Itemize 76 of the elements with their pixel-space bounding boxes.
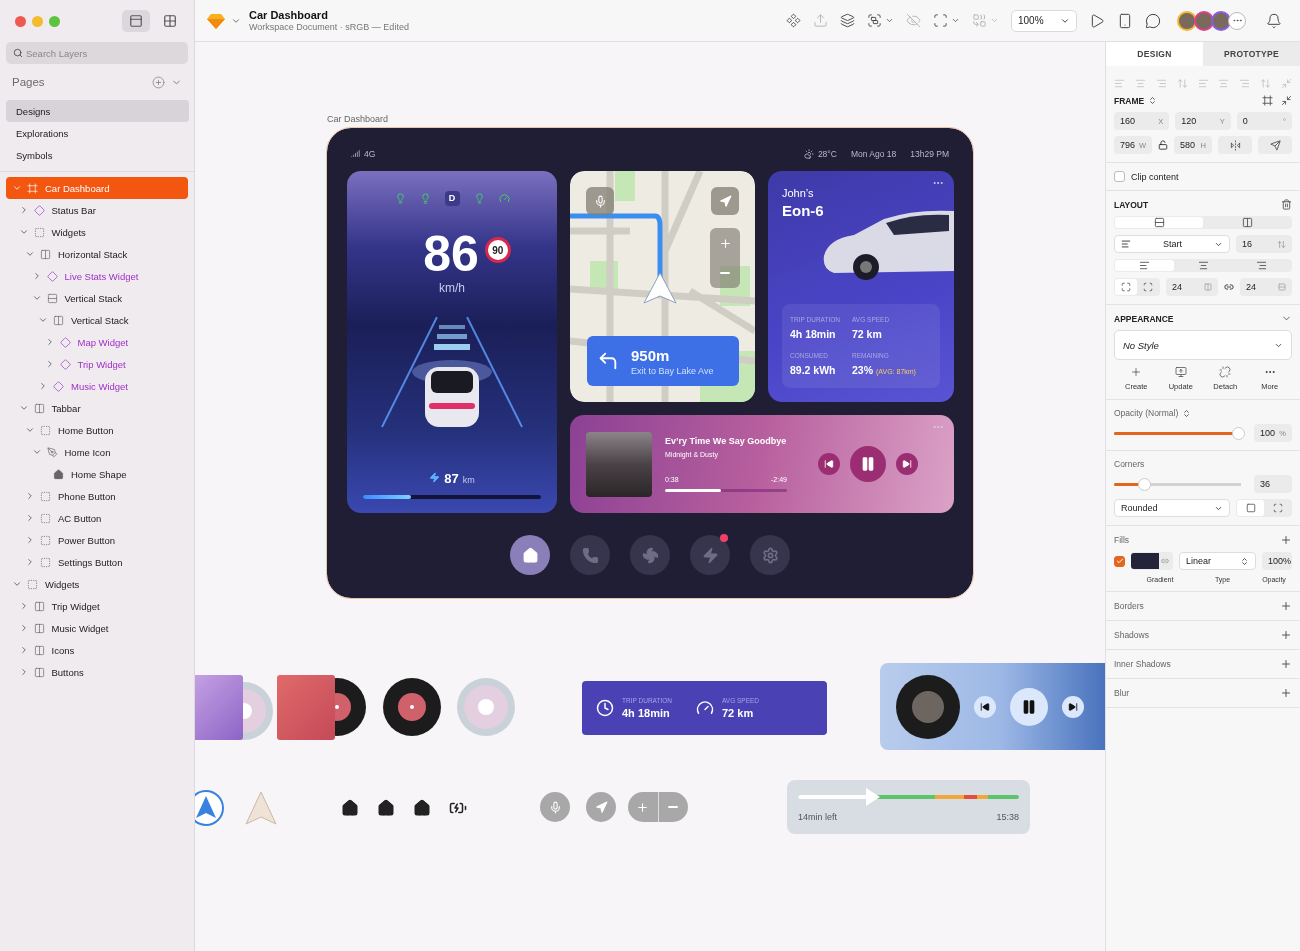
layer-item[interactable]: Live Stats Widget bbox=[6, 265, 188, 287]
section-heading: Fills bbox=[1114, 535, 1130, 545]
layer-item[interactable]: Home Button bbox=[6, 419, 188, 441]
gear-indicator: D bbox=[444, 190, 460, 206]
network-label: 4G bbox=[364, 148, 376, 159]
section-heading: LAYOUT bbox=[1114, 199, 1149, 210]
layer-item[interactable]: Status Bar bbox=[6, 199, 188, 221]
owner-label: John’s bbox=[782, 187, 815, 199]
range-unit: km bbox=[462, 475, 475, 485]
time-label: 13h29 PM bbox=[910, 148, 949, 159]
layer-item[interactable]: Icons bbox=[6, 639, 188, 661]
arrival-time: 15:38 bbox=[996, 812, 1019, 822]
layer-item[interactable]: Home Icon bbox=[6, 441, 188, 463]
stat-value: 89.2 kWh bbox=[790, 364, 836, 376]
layer-item[interactable]: Map Widget bbox=[6, 331, 188, 353]
speed-unit: km/h bbox=[439, 281, 465, 295]
layer-item[interactable]: Vertical Stack bbox=[6, 287, 188, 309]
spacing-field[interactable]: 16 bbox=[1236, 235, 1292, 253]
style-select[interactable]: No Style bbox=[1114, 330, 1292, 360]
padding-field[interactable]: 24 bbox=[1166, 278, 1218, 296]
opacity-label: Opacity (Normal) bbox=[1114, 408, 1179, 418]
pages-heading: Pages bbox=[12, 76, 46, 88]
car-model: Eon-6 bbox=[782, 202, 825, 219]
section-heading: Blur bbox=[1114, 688, 1130, 698]
layer-item[interactable]: AC Button bbox=[6, 507, 188, 529]
corners-label: Corners bbox=[1114, 459, 1146, 469]
stat-value: 4h 18min bbox=[790, 328, 836, 340]
layer-item[interactable]: Tabbar bbox=[6, 397, 188, 419]
section-heading: Borders bbox=[1114, 601, 1144, 611]
checkbox-label: Clip content bbox=[1131, 171, 1179, 182]
speed-limit-sign: 90 bbox=[484, 237, 511, 263]
stat-value: 72 km bbox=[852, 328, 882, 340]
range-value: 87 bbox=[444, 471, 459, 486]
layer-item[interactable]: Vertical Stack bbox=[6, 309, 188, 331]
section-heading: FRAME bbox=[1114, 95, 1145, 106]
layer-item[interactable]: Music Widget bbox=[6, 375, 188, 397]
zoom-select[interactable]: 100% bbox=[1011, 9, 1077, 32]
time-left-label: 14min left bbox=[798, 812, 838, 822]
document-title: Car Dashboard bbox=[249, 9, 329, 21]
layer-item[interactable]: Music Widget bbox=[6, 617, 188, 639]
distance-label: 950m bbox=[631, 346, 671, 364]
stat-value: 72 km bbox=[721, 707, 755, 719]
padding-field[interactable]: 24 bbox=[1240, 278, 1292, 296]
page-item[interactable]: Designs bbox=[6, 100, 189, 122]
search-field[interactable]: Search Layers bbox=[6, 42, 188, 64]
section-heading: Shadows bbox=[1114, 630, 1149, 640]
inspector-tab[interactable]: DESIGN bbox=[1106, 42, 1203, 66]
layer-item[interactable]: Widgets bbox=[6, 221, 188, 243]
instruction-label: Exit to Bay Lake Ave bbox=[631, 365, 714, 376]
layer-item[interactable]: Trip Widget bbox=[6, 353, 188, 375]
layer-item[interactable]: Phone Button bbox=[6, 485, 188, 507]
corner-radius-field[interactable]: 36 bbox=[1254, 475, 1292, 493]
fill-type-select[interactable]: Linear bbox=[1179, 552, 1256, 570]
layer-item[interactable]: Home Shape bbox=[6, 463, 188, 485]
layer-item[interactable]: Settings Button bbox=[6, 551, 188, 573]
corner-style-select[interactable]: Rounded bbox=[1114, 499, 1230, 517]
speed-value: 86 bbox=[423, 231, 479, 277]
stat-value: 23% bbox=[852, 364, 873, 376]
layer-item[interactable]: Widgets bbox=[6, 573, 188, 595]
stat-value: 4h 18min bbox=[622, 707, 671, 719]
temperature: 28°C bbox=[817, 148, 837, 159]
layer-item[interactable]: Power Button bbox=[6, 529, 188, 551]
fill-opacity-field[interactable]: 100% bbox=[1262, 552, 1292, 570]
section-heading: Inner Shadows bbox=[1114, 659, 1171, 669]
frame-label: Car Dashboard bbox=[327, 114, 389, 124]
layer-item[interactable]: Trip Widget bbox=[6, 595, 188, 617]
justify-select[interactable]: Start bbox=[1114, 235, 1230, 253]
inspector-tab[interactable]: PROTOTYPE bbox=[1203, 42, 1300, 66]
layer-item[interactable]: Horizontal Stack bbox=[6, 243, 188, 265]
page-item[interactable]: Explorations bbox=[6, 122, 189, 144]
song-title: Ev’ry Time We Say Goodbye bbox=[665, 436, 787, 446]
page-item[interactable]: Symbols bbox=[6, 144, 189, 166]
document-subtitle: Workspace Document · sRGB — Edited bbox=[249, 22, 409, 32]
section-heading: APPEARANCE bbox=[1114, 313, 1174, 324]
layer-item[interactable]: Buttons bbox=[6, 661, 188, 683]
date-label: Mon Ago 18 bbox=[850, 148, 897, 159]
